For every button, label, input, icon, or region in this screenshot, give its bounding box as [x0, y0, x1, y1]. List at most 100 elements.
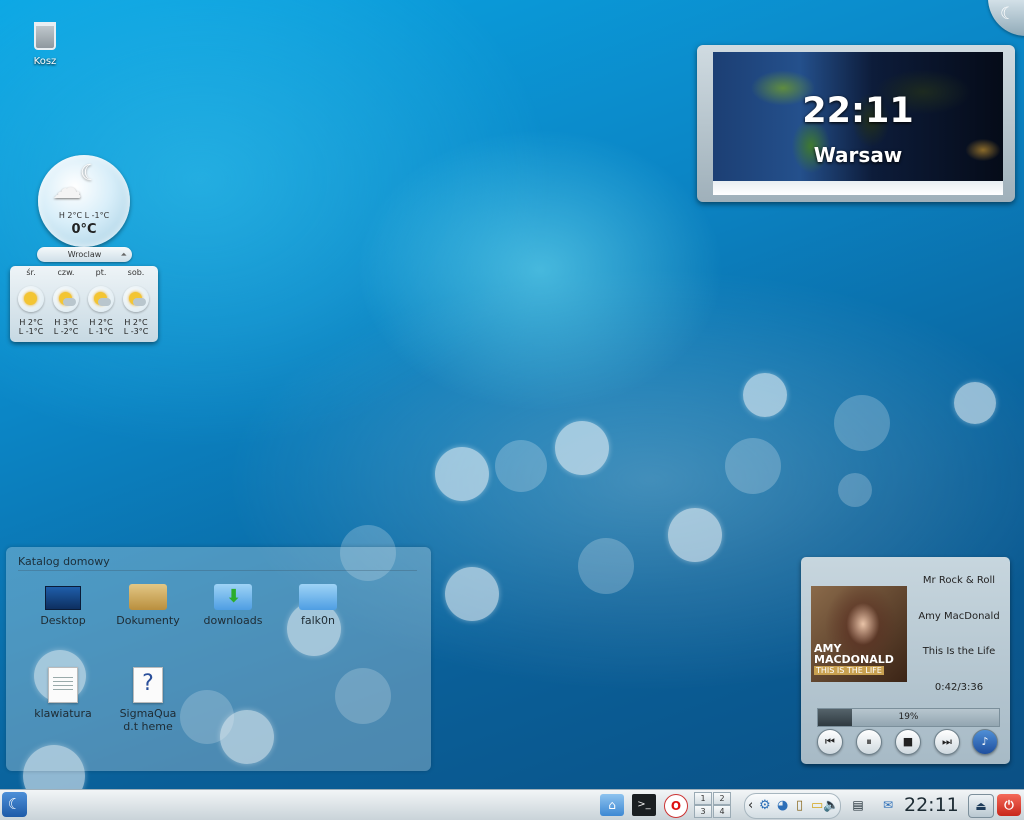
pager-desktop-1[interactable]: 1: [694, 792, 712, 805]
leave-button[interactable]: ⏻: [997, 794, 1021, 816]
track-progress-bar[interactable]: 19%: [817, 708, 1000, 727]
pager-desktop-3[interactable]: 3: [694, 805, 712, 818]
forecast-temps: H 2°C L -1°C: [88, 318, 114, 336]
sunny-icon: [18, 286, 44, 312]
folder-item-falk0n[interactable]: falk0n: [278, 584, 358, 627]
lock-icon: ⏏: [975, 799, 987, 813]
folder-view-widget: Katalog domowy Desktop Dokumenty ⬇ downl…: [6, 547, 431, 771]
devices-icon: ▤: [852, 798, 864, 812]
folder-item-downloads[interactable]: ⬇ downloads: [193, 584, 273, 627]
desktop-toolbox-button[interactable]: ☾: [988, 0, 1024, 36]
bokeh-circle: [725, 438, 781, 494]
bokeh-circle: [668, 508, 722, 562]
virtual-desktop-pager[interactable]: 1 2 3 4: [694, 792, 731, 818]
album-art: AMY MACDONALD THIS IS THE LIFE: [811, 586, 907, 682]
home-icon: ⌂: [608, 798, 616, 812]
bokeh-circle: [495, 440, 547, 492]
taskbar-panel: ☾ ⌂ >_ O 1 2 3 4 ‹ ⚙ ◕ ▯ ▭ 🔈 ▤ ✉ 22:11 ⏏…: [0, 789, 1024, 820]
terminal-launcher[interactable]: >_: [632, 794, 656, 816]
weather-city-label: Wroclaw: [67, 250, 102, 259]
opera-icon: O: [670, 799, 682, 813]
stop-icon: ■: [902, 735, 914, 748]
previous-track-button[interactable]: ⏮: [817, 729, 843, 755]
folder-view-title: Katalog domowy: [18, 555, 110, 568]
notes-icon[interactable]: ▭: [811, 796, 823, 816]
bokeh-circle: [445, 567, 499, 621]
moon-icon: ☾: [80, 161, 100, 186]
skip-back-icon: ⏮: [825, 735, 835, 748]
player-app-icon: ♪: [981, 735, 989, 748]
terminal-icon: >_: [637, 799, 651, 810]
partly-cloudy-icon: [53, 286, 79, 312]
trash-desktop-icon[interactable]: Kosz: [24, 22, 66, 67]
bokeh-circle: [555, 421, 609, 475]
unknown-file-icon: ?: [133, 667, 163, 703]
cloud-icon: ☁: [52, 171, 82, 206]
weather-forecast: śr. czw. pt. sob. H 2°C L -1°C H 3°C L -2°…: [10, 266, 158, 342]
cashew-icon: ☾: [1000, 4, 1016, 24]
lock-screen-button[interactable]: ⏏: [968, 794, 994, 818]
power-icon: ⏻: [1004, 798, 1014, 812]
home-folder-launcher[interactable]: ⌂: [600, 794, 624, 816]
pause-icon: ⏸: [866, 735, 872, 748]
bokeh-circle: [834, 395, 890, 451]
forecast-day: śr.: [26, 268, 36, 277]
trash-icon: [34, 22, 56, 50]
weather-current-temp: 0°C: [71, 222, 97, 237]
folder-icon: [129, 584, 167, 610]
kde-logo-icon: ☾: [7, 795, 22, 813]
bokeh-circle: [838, 473, 872, 507]
world-clock-time: 22:11: [802, 91, 914, 131]
panel-clock[interactable]: 22:11: [904, 794, 959, 816]
next-track-button[interactable]: ⏭: [934, 729, 960, 755]
folder-item-klawiatura[interactable]: klawiatura: [23, 667, 103, 720]
player-app-button[interactable]: ♪: [972, 729, 998, 755]
pager-desktop-2[interactable]: 2: [713, 792, 731, 805]
forecast-temps: H 3°C L -2°C: [53, 318, 79, 336]
bokeh-circle: [435, 447, 489, 501]
clipboard-icon[interactable]: ▯: [796, 796, 803, 816]
folder-item-sigmaquad-theme[interactable]: ? SigmaQuad.t heme: [108, 667, 188, 733]
device-notifier[interactable]: ▤: [846, 794, 870, 816]
opera-launcher[interactable]: O: [664, 794, 688, 818]
partly-cloudy-icon: [123, 286, 149, 312]
system-tray: ‹ ⚙ ◕ ▯ ▭ 🔈: [744, 793, 841, 819]
settings-gear-icon[interactable]: ⚙: [759, 796, 771, 816]
bokeh-circle: [954, 382, 996, 424]
folder-item-dokumenty[interactable]: Dokumenty: [108, 584, 188, 627]
track-progress-percent: 19%: [898, 712, 919, 722]
track-album: This Is the Life: [922, 646, 996, 657]
network-icon[interactable]: ◕: [777, 796, 788, 816]
now-playing-widget: AMY MACDONALD THIS IS THE LIFE Mr Rock &…: [801, 557, 1010, 764]
forecast-day: czw.: [57, 268, 75, 277]
weather-city-selector[interactable]: Wroclaw ⏶: [37, 247, 132, 262]
text-file-icon: [48, 667, 78, 703]
pause-button[interactable]: ⏸: [856, 729, 882, 755]
track-title: Mr Rock & Roll: [922, 575, 996, 586]
download-folder-icon: ⬇: [214, 584, 252, 610]
weather-current-globe[interactable]: ☾ ☁ H 2°C L -1°C 0°C: [38, 155, 130, 247]
stop-button[interactable]: ■: [895, 729, 921, 755]
chevron-up-icon: ⏶: [120, 250, 127, 259]
folder-icon: [299, 584, 337, 610]
weather-current-hilo: H 2°C L -1°C: [58, 211, 110, 220]
pager-desktop-4[interactable]: 4: [713, 805, 731, 818]
trash-label: Kosz: [33, 56, 57, 67]
desktop-icon: [45, 586, 81, 610]
partly-cloudy-icon: [88, 286, 114, 312]
folder-item-desktop[interactable]: Desktop: [23, 586, 103, 627]
chevron-left-icon[interactable]: ‹: [748, 796, 753, 816]
skip-forward-icon: ⏭: [942, 735, 952, 748]
mail-notifier[interactable]: ✉: [877, 794, 899, 816]
application-launcher-button[interactable]: ☾: [2, 792, 27, 817]
world-map: 22:11 Warsaw: [713, 52, 1003, 195]
bokeh-circle: [578, 538, 634, 594]
world-clock-city: Warsaw: [813, 143, 903, 167]
bokeh-circle: [743, 373, 787, 417]
forecast-temps: H 2°C L -3°C: [123, 318, 149, 336]
forecast-temps: H 2°C L -1°C: [18, 318, 44, 336]
forecast-day: pt.: [95, 268, 107, 277]
volume-icon[interactable]: 🔈: [823, 796, 839, 816]
track-artist: Amy MacDonald: [918, 611, 1000, 622]
world-clock-widget[interactable]: 22:11 Warsaw: [697, 45, 1015, 202]
